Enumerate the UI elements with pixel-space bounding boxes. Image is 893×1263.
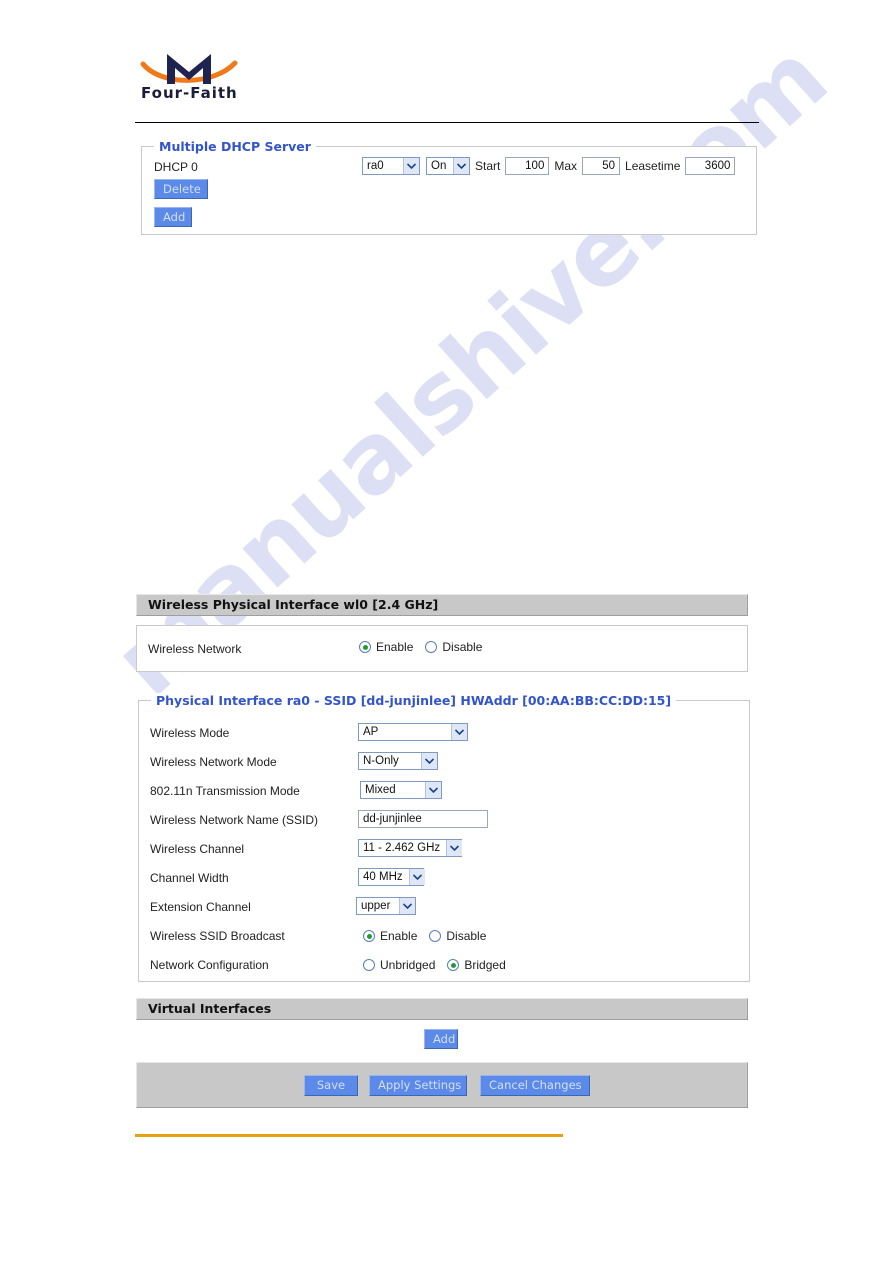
radio-dot-icon bbox=[359, 641, 371, 653]
page-header: Four-Faith bbox=[135, 46, 759, 108]
wireless-network-disable-radio[interactable]: Disable bbox=[425, 640, 482, 654]
network-configuration-bridged-radio[interactable]: Bridged bbox=[447, 958, 506, 972]
dhcp-row-label: DHCP 0 bbox=[154, 160, 198, 174]
network-configuration-label: Network Configuration bbox=[150, 958, 269, 972]
n-transmission-mode-label: 802.11n Transmission Mode bbox=[150, 784, 300, 798]
dhcp-interface-select[interactable]: ra0 bbox=[362, 157, 420, 175]
footer-button-bar: Save Apply Settings Cancel Changes bbox=[136, 1062, 748, 1108]
wireless-network-radio-group: Enable Disable bbox=[359, 640, 494, 654]
dhcp-row-0: DHCP 0 ra0 On Start 100 Max 50 Leasetime… bbox=[142, 147, 756, 183]
footer-orange-divider bbox=[135, 1134, 563, 1137]
physical-interface-ra0-legend: Physical Interface ra0 - SSID [dd-junjin… bbox=[151, 693, 677, 708]
ssid-input[interactable]: dd-junjinlee bbox=[358, 810, 488, 828]
virtual-interfaces-section-title: Virtual Interfaces bbox=[136, 998, 748, 1020]
chevron-down-icon bbox=[408, 869, 425, 885]
wireless-physical-interface-section-title: Wireless Physical Interface wl0 [2.4 GHz… bbox=[136, 594, 748, 616]
ssid-broadcast-enable-radio[interactable]: Enable bbox=[363, 929, 417, 943]
radio-dot-icon bbox=[363, 959, 375, 971]
wireless-channel-label: Wireless Channel bbox=[150, 842, 245, 856]
wireless-mode-label: Wireless Mode bbox=[150, 726, 230, 740]
wireless-mode-select[interactable]: AP bbox=[358, 723, 468, 741]
dhcp-leasetime-label: Leasetime bbox=[625, 159, 681, 173]
virtual-interfaces-body: Add bbox=[136, 1021, 748, 1062]
physical-interface-ra0-panel: Physical Interface ra0 - SSID [dd-junjin… bbox=[138, 693, 750, 982]
multiple-dhcp-server-panel: Multiple DHCP Server DHCP 0 ra0 On Start… bbox=[141, 139, 757, 235]
radio-dot-icon bbox=[447, 959, 460, 971]
apply-settings-button[interactable]: Apply Settings bbox=[369, 1075, 467, 1096]
form-row-ssid-broadcast: Wireless SSID Broadcast Enable Disable bbox=[139, 922, 749, 950]
form-row-11n-transmission-mode: 802.11n Transmission Mode Mixed bbox=[139, 777, 749, 805]
dhcp-leasetime-input[interactable]: 3600 bbox=[685, 157, 736, 175]
n-transmission-mode-select[interactable]: Mixed bbox=[360, 781, 442, 799]
dhcp-max-input[interactable]: 50 bbox=[582, 157, 621, 175]
ssid-label: Wireless Network Name (SSID) bbox=[150, 813, 319, 827]
extension-channel-label: Extension Channel bbox=[150, 900, 251, 914]
dhcp-start-label: Start bbox=[475, 159, 501, 173]
wireless-network-label: Wireless Network bbox=[148, 642, 242, 656]
save-button[interactable]: Save bbox=[304, 1075, 358, 1096]
radio-dot-icon bbox=[363, 930, 375, 942]
chevron-down-icon bbox=[425, 782, 441, 798]
dhcp-state-select[interactable]: On bbox=[426, 157, 470, 175]
chevron-down-icon bbox=[451, 724, 467, 740]
chevron-down-icon bbox=[453, 158, 469, 174]
dhcp-controls: ra0 On Start 100 Max 50 Leasetime 3600 bbox=[362, 157, 736, 175]
chevron-down-icon bbox=[421, 753, 437, 769]
form-row-wireless-channel: Wireless Channel 11 - 2.462 GHz bbox=[139, 835, 749, 863]
cancel-changes-button[interactable]: Cancel Changes bbox=[480, 1075, 590, 1096]
network-configuration-unbridged-radio[interactable]: Unbridged bbox=[363, 958, 435, 972]
chevron-down-icon bbox=[446, 840, 463, 856]
page-root: Four-Faith Multiple DHCP Server DHCP 0 r… bbox=[0, 0, 893, 1263]
chevron-down-icon bbox=[403, 158, 419, 174]
virtual-interface-add-button[interactable]: Add bbox=[424, 1029, 458, 1049]
wireless-network-box: Wireless Network Enable Disable bbox=[136, 625, 748, 672]
dhcp-start-input[interactable]: 100 bbox=[505, 157, 550, 175]
wireless-channel-select[interactable]: 11 - 2.462 GHz bbox=[358, 839, 463, 857]
wireless-network-mode-select[interactable]: N-Only bbox=[358, 752, 438, 770]
ssid-broadcast-radio-group: Enable Disable bbox=[363, 929, 498, 943]
brand-logo: Four-Faith bbox=[135, 46, 245, 108]
radio-dot-icon bbox=[425, 641, 438, 653]
wireless-network-mode-label: Wireless Network Mode bbox=[150, 755, 277, 769]
ssid-broadcast-disable-radio[interactable]: Disable bbox=[429, 929, 486, 943]
dhcp-delete-button[interactable]: Delete bbox=[154, 179, 208, 199]
form-row-network-configuration: Network Configuration Unbridged Bridged bbox=[139, 951, 749, 979]
extension-channel-select[interactable]: upper bbox=[356, 897, 416, 915]
wireless-network-enable-radio[interactable]: Enable bbox=[359, 640, 413, 654]
four-faith-m-swoosh-icon bbox=[140, 54, 238, 84]
chevron-down-icon bbox=[399, 898, 415, 914]
network-configuration-radio-group: Unbridged Bridged bbox=[363, 958, 518, 972]
form-row-ssid: Wireless Network Name (SSID) dd-junjinle… bbox=[139, 806, 749, 834]
radio-dot-icon bbox=[429, 930, 442, 942]
form-row-wireless-mode: Wireless Mode AP bbox=[139, 719, 749, 747]
form-row-extension-channel: Extension Channel upper bbox=[139, 893, 749, 921]
header-divider bbox=[135, 122, 759, 123]
brand-wordmark: Four-Faith bbox=[141, 84, 238, 102]
form-row-wireless-network-mode: Wireless Network Mode N-Only bbox=[139, 748, 749, 776]
dhcp-max-label: Max bbox=[554, 159, 578, 173]
ssid-broadcast-label: Wireless SSID Broadcast bbox=[150, 929, 285, 943]
dhcp-add-button[interactable]: Add bbox=[154, 207, 192, 227]
channel-width-label: Channel Width bbox=[150, 871, 229, 885]
form-row-channel-width: Channel Width 40 MHz bbox=[139, 864, 749, 892]
channel-width-select[interactable]: 40 MHz bbox=[358, 868, 425, 886]
